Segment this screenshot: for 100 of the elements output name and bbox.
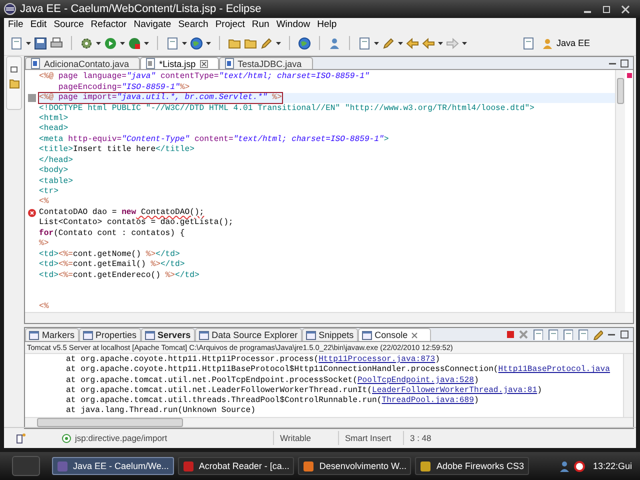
menu-item[interactable]: Refactor — [90, 19, 127, 30]
pencil-icon[interactable] — [260, 36, 273, 50]
console-line: at org.apache.tomcat.util.threads.ThreadPool$ControlRunnable.run(ThreadPool.java:689) — [66, 396, 479, 406]
save-icon[interactable] — [34, 36, 47, 50]
caret-icon[interactable] — [96, 42, 101, 44]
menu-item[interactable]: Help — [317, 19, 337, 30]
vertical-scrollbar[interactable] — [623, 354, 633, 417]
status-writable: Writable — [273, 431, 338, 445]
panel-tab[interactable]: Data Source Explorer — [194, 328, 302, 341]
stop-icon[interactable] — [506, 330, 515, 339]
menu-item[interactable]: Window — [276, 19, 310, 30]
gear-icon[interactable] — [80, 36, 93, 50]
console-link[interactable]: PoolTcpEndpoint.java:528 — [357, 376, 474, 385]
console-link[interactable]: Http11Processor.java:873 — [318, 355, 436, 364]
document-icon[interactable] — [562, 329, 573, 340]
caret-icon[interactable] — [120, 42, 125, 44]
code-line: <td><%=cont.getNome() %></td> — [39, 250, 180, 260]
fast-view-icon[interactable] — [16, 432, 26, 444]
horizontal-scrollbar[interactable] — [25, 312, 633, 323]
pencil-icon[interactable] — [592, 329, 603, 340]
maximize-icon[interactable] — [620, 330, 629, 339]
close-icon[interactable] — [200, 60, 208, 68]
horizontal-scrollbar[interactable] — [25, 416, 633, 428]
document-icon[interactable] — [522, 36, 536, 50]
document-icon[interactable] — [166, 36, 179, 50]
caret-icon[interactable] — [374, 42, 379, 44]
clock: 13:22:Gui — [592, 461, 633, 471]
status-insert-mode: Smart Insert — [338, 431, 403, 445]
arrow-left-icon[interactable] — [422, 36, 435, 50]
stop-icon[interactable] — [128, 36, 141, 50]
caret-icon[interactable] — [276, 42, 281, 44]
taskbar-button[interactable]: Desenvolvimento W... — [298, 457, 412, 475]
code-line: <% — [39, 197, 49, 208]
console-line: at java.lang.Thread.run(Unknown Source) — [66, 406, 256, 417]
person-icon[interactable] — [328, 36, 341, 50]
document-icon[interactable] — [547, 329, 558, 340]
console-link[interactable]: LeaderFollowerWorkerThread.java:81 — [372, 386, 538, 395]
taskbar-button[interactable]: Acrobat Reader - [ca... — [178, 457, 294, 475]
menu-item[interactable]: Run — [252, 19, 270, 30]
console-link[interactable]: ThreadPool.java:689 — [382, 396, 474, 406]
globe-icon[interactable] — [298, 36, 311, 50]
start-button[interactable] — [12, 456, 40, 476]
console-line: at org.apache.tomcat.util.net.LeaderFollowerWorkerThread.runIt(LeaderFollowerWorkerThread.java:81) — [66, 386, 542, 396]
code-line: <%@ page language="java" contentType="text/html; charset=ISO-8859-1" — [39, 72, 370, 82]
code-line: <!DOCTYPE html PUBLIC "-//W3C//DTD HTML 4.01 Transitional//EN" "http://www.w3.org/TR/html4/loose.dtd"> — [39, 104, 534, 114]
caret-icon[interactable] — [182, 42, 187, 44]
app-icon — [57, 460, 68, 472]
vertical-scrollbar[interactable] — [615, 70, 625, 312]
code-line: <html> — [39, 114, 68, 124]
caret-icon[interactable] — [438, 42, 443, 44]
editor-tab[interactable]: TestaJDBC.java — [218, 57, 313, 69]
person-icon — [542, 38, 554, 48]
status-position: 3 : 48 — [403, 431, 468, 445]
panel-tab[interactable]: Servers — [140, 328, 195, 341]
app-icon — [303, 460, 314, 472]
caret-icon[interactable] — [26, 42, 31, 44]
editor-tab[interactable]: *Lista.jsp — [140, 57, 219, 69]
code-line: <% — [39, 302, 49, 312]
menu-item[interactable]: File — [8, 19, 24, 30]
panel-tab[interactable]: Markers — [25, 328, 79, 341]
console-line: at org.apache.coyote.http11.Http11BaseProtocol$Http11ConnectionHandler.processConnection(Http11BaseProtocol.java — [66, 365, 610, 376]
perspective-button[interactable]: Java EE — [538, 36, 594, 50]
document-icon[interactable] — [358, 36, 371, 50]
globe-icon[interactable] — [190, 36, 203, 50]
document-icon[interactable] — [532, 329, 543, 340]
menu-item[interactable]: Source — [54, 19, 84, 30]
pencil-icon[interactable] — [382, 36, 395, 50]
arrow-left-icon[interactable] — [406, 36, 419, 50]
folder-icon[interactable] — [244, 36, 257, 50]
app-icon — [420, 460, 432, 472]
panel-tab[interactable]: Snippets — [302, 328, 358, 341]
code-line: <%@ page import="java.util.*, br.com.Servlet.*" %> — [39, 93, 282, 104]
document-icon[interactable] — [577, 329, 588, 340]
code-line: <table> — [39, 176, 73, 187]
maximize-icon[interactable] — [620, 58, 629, 68]
menu-item[interactable]: Project — [215, 19, 245, 30]
play-icon[interactable] — [104, 36, 117, 50]
caret-icon[interactable] — [206, 42, 211, 44]
code-line: <td><%=cont.getEmail() %></td> — [39, 260, 185, 270]
document-icon[interactable] — [10, 36, 23, 50]
code-line: <body> — [39, 166, 68, 176]
printer-icon[interactable] — [50, 36, 63, 50]
console-link[interactable]: Http11BaseProtocol.java — [498, 365, 610, 374]
restore-icon[interactable] — [10, 65, 18, 74]
overview-marker — [626, 73, 632, 78]
menu-item[interactable]: Search — [178, 19, 208, 30]
folder-icon[interactable] — [228, 36, 241, 50]
menu-item[interactable]: Navigate — [134, 19, 172, 30]
panel-tab[interactable]: Properties — [78, 328, 141, 341]
taskbar-button[interactable]: Java EE - Caelum/We... — [52, 457, 174, 475]
folder-icon[interactable] — [8, 78, 20, 89]
menu-item[interactable]: Edit — [30, 19, 47, 30]
caret-icon[interactable] — [398, 42, 403, 44]
caret-icon[interactable] — [144, 42, 149, 44]
taskbar-button[interactable]: Adobe Fireworks CS3 — [415, 457, 530, 475]
eclipse-icon — [4, 3, 16, 15]
close-icon[interactable] — [410, 332, 418, 338]
panel-tab[interactable]: Console — [358, 328, 431, 341]
caret-icon[interactable] — [462, 42, 467, 44]
editor-tab[interactable]: AdicionaContato.java — [25, 57, 140, 69]
